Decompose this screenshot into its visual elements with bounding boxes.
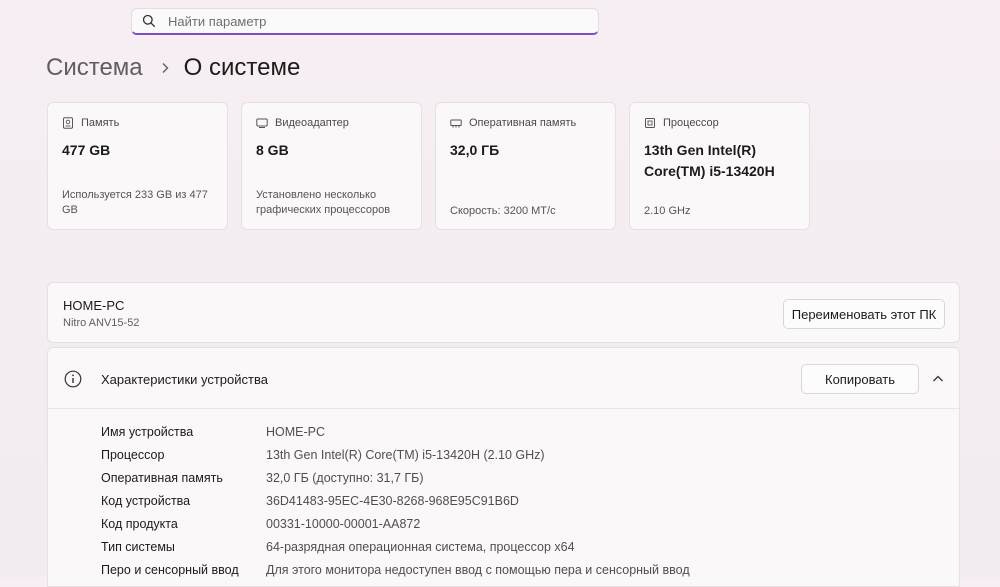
spec-row: Процессор 13th Gen Intel(R) Core(TM) i5-1… bbox=[101, 443, 690, 466]
device-name: HOME-PC bbox=[63, 298, 125, 313]
storage-icon bbox=[62, 117, 74, 129]
page-title: О системе bbox=[183, 54, 301, 81]
device-name-panel: HOME-PC Nitro ANV15-52 Переименовать это… bbox=[47, 282, 960, 343]
spec-row: Оперативная память 32,0 ГБ (доступно: 31,… bbox=[101, 466, 690, 489]
spec-row: Перо и сенсорный ввод Для этого монитора … bbox=[101, 558, 690, 581]
search-input[interactable] bbox=[166, 12, 598, 30]
spec-key: Оперативная память bbox=[101, 470, 223, 485]
gpu-card[interactable]: Видеоадаптер 8 GB Установлено несколько … bbox=[241, 102, 422, 230]
spec-value: HOME-PC bbox=[266, 424, 326, 439]
storage-card[interactable]: Память 477 GB Используется 233 GB из 477… bbox=[47, 102, 228, 230]
spec-key: Код продукта bbox=[101, 516, 178, 531]
cpu-label: Процессор bbox=[663, 117, 719, 129]
cpu-frequency: 2.10 GHz bbox=[644, 205, 691, 217]
copy-button[interactable]: Копировать bbox=[801, 364, 919, 394]
spec-value: 32,0 ГБ (доступно: 31,7 ГБ) bbox=[266, 470, 424, 485]
breadcrumb: Система О системе bbox=[46, 54, 300, 82]
device-specs-header[interactable]: Характеристики устройства Копировать bbox=[48, 348, 959, 409]
spec-value: 13th Gen Intel(R) Core(TM) i5-13420H (2.… bbox=[266, 447, 545, 462]
chevron-right-icon bbox=[161, 62, 169, 74]
cpu-value: 13th Gen Intel(R) Core(TM) i5-13420H bbox=[644, 142, 775, 179]
ram-speed: Скорость: 3200 MT/c bbox=[450, 205, 556, 217]
chevron-up-icon[interactable] bbox=[932, 373, 944, 385]
spec-row: Код продукта 00331-10000-00001-AA872 bbox=[101, 512, 690, 535]
device-specs-list: Имя устройства HOME-PC Процессор 13th Gen … bbox=[101, 420, 690, 581]
device-specs-title: Характеристики устройства bbox=[101, 372, 268, 387]
ram-label: Оперативная память bbox=[469, 117, 577, 129]
gpu-value: 8 GB bbox=[256, 142, 289, 158]
spec-key: Имя устройства bbox=[101, 424, 194, 439]
device-model: Nitro ANV15-52 bbox=[63, 317, 140, 329]
gpu-info: Установлено несколько графических процес… bbox=[256, 189, 391, 216]
device-specs-panel: Характеристики устройства Копировать Имя… bbox=[47, 347, 960, 587]
spec-row: Имя устройства HOME-PC bbox=[101, 420, 690, 443]
spec-value: Для этого монитора недоступен ввод с пом… bbox=[266, 562, 690, 577]
spec-row: Код устройства 36D41483-95EC-4E30-8268-96… bbox=[101, 489, 690, 512]
breadcrumb-system-link[interactable]: Система bbox=[46, 54, 143, 82]
ram-value: 32,0 ГБ bbox=[450, 142, 500, 158]
gpu-label: Видеоадаптер bbox=[275, 117, 349, 129]
ram-card[interactable]: Оперативная память 32,0 ГБ Скорость: 320… bbox=[435, 102, 616, 230]
spec-key: Перо и сенсорный ввод bbox=[101, 562, 239, 577]
search-icon bbox=[142, 14, 156, 28]
storage-usage: Используется 233 GB из 477 GB bbox=[62, 189, 208, 216]
spec-value: 64-разрядная операционная система, проце… bbox=[266, 539, 575, 554]
info-icon bbox=[64, 370, 82, 388]
spec-key: Процессор bbox=[101, 447, 165, 462]
rename-pc-button[interactable]: Переименовать этот ПК bbox=[783, 299, 945, 329]
spec-key: Код устройства bbox=[101, 493, 191, 508]
search-box[interactable] bbox=[131, 8, 599, 35]
storage-value: 477 GB bbox=[62, 142, 111, 158]
cpu-card[interactable]: Процессор 13th Gen Intel(R) Core(TM) i5-… bbox=[629, 102, 810, 230]
storage-label: Память bbox=[81, 117, 120, 129]
gpu-icon bbox=[256, 117, 268, 129]
spec-row: Тип системы 64-разрядная операционная сис… bbox=[101, 535, 690, 558]
spec-value: 00331-10000-00001-AA872 bbox=[266, 516, 421, 531]
spec-key: Тип системы bbox=[101, 539, 175, 554]
ram-icon bbox=[450, 117, 462, 129]
spec-value: 36D41483-95EC-4E30-8268-968E95C91B6D bbox=[266, 493, 519, 508]
cpu-icon bbox=[644, 117, 656, 129]
